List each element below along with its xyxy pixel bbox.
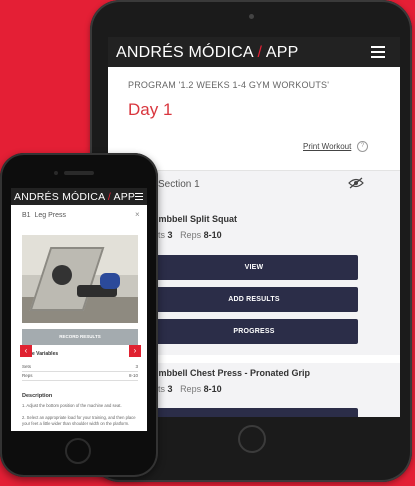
exercise-video[interactable] xyxy=(22,235,138,323)
print-workout-link[interactable]: Print Workout xyxy=(303,142,351,151)
divider xyxy=(148,355,400,363)
phone-speaker xyxy=(64,171,94,175)
exercise-meta: ets 3 Reps 8-10 xyxy=(153,384,222,394)
exercise-meta: ets 3 Reps 8-10 xyxy=(153,230,222,240)
tablet-home-button[interactable] xyxy=(238,425,266,453)
section-title: Section 1 xyxy=(158,179,200,190)
description-step: 2. Select an appropriate load for your t… xyxy=(22,415,136,426)
day-title: Day 1 xyxy=(128,100,173,119)
app-brand[interactable]: ANDRÉS MÓDICA / APP xyxy=(116,44,299,62)
variable-row: Sets 3 xyxy=(22,363,138,372)
description-step: 1. Adjust the bottom position of the mac… xyxy=(22,403,122,408)
tablet-app-header: ANDRÉS MÓDICA / APP xyxy=(108,37,400,67)
brand-name: ANDRÉS MÓDICA xyxy=(116,44,258,61)
phone-app-header: ANDRÉS MÓDICA / APP xyxy=(11,188,147,205)
view-button[interactable]: VIEW xyxy=(150,255,358,280)
menu-icon[interactable] xyxy=(371,46,385,61)
exercise-variables-title: e Variables xyxy=(32,351,59,357)
app-brand[interactable]: ANDRÉS MÓDICA / APP xyxy=(14,191,135,203)
program-title: PROGRAM '1.2 WEEKS 1-4 GYM WORKOUTS' xyxy=(128,80,330,90)
progress-button[interactable]: PROGRESS xyxy=(150,319,358,344)
record-results-button[interactable]: RECORD RESULTS xyxy=(22,329,138,345)
phone-screen: ANDRÉS MÓDICA / APP B1 Leg Press × RECOR… xyxy=(11,188,147,431)
menu-icon[interactable] xyxy=(135,193,143,202)
phone-home-button[interactable] xyxy=(65,438,91,464)
phone-camera xyxy=(54,171,58,175)
brand-app: APP xyxy=(262,44,299,61)
eye-hidden-icon[interactable] xyxy=(348,176,364,194)
add-results-button[interactable]: ADD RESULTS xyxy=(150,287,358,312)
exercise-name: umbbell Chest Press - Pronated Grip xyxy=(153,368,311,378)
exercise-name: umbbell Split Squat xyxy=(153,214,238,224)
chevron-right-icon[interactable]: › xyxy=(129,345,141,357)
print-icon[interactable]: ? xyxy=(357,141,368,152)
exercise-title: B1 Leg Press xyxy=(22,212,66,219)
chevron-left-icon[interactable]: ‹ xyxy=(20,345,32,357)
close-icon[interactable]: × xyxy=(135,210,140,219)
description-title: Description xyxy=(22,393,53,399)
tablet-camera xyxy=(249,14,254,19)
view-button[interactable] xyxy=(150,408,358,417)
variable-row: Reps 8-10 xyxy=(22,372,138,381)
